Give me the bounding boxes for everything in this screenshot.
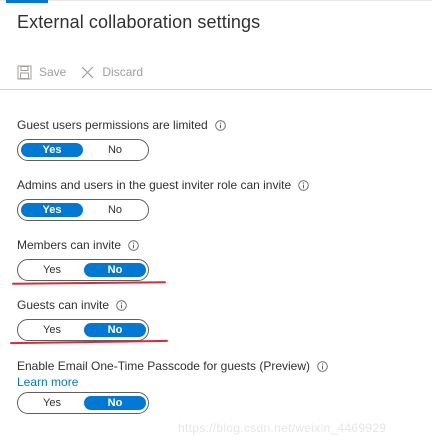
setting-guests-can-invite: Guests can invite Yes No (17, 297, 149, 341)
yes-no-toggle[interactable]: Yes No (17, 139, 149, 161)
page-title: External collaboration settings (17, 12, 261, 32)
yes-no-toggle[interactable]: Yes No (17, 259, 149, 281)
setting-label: Guest users permissions are limited (17, 117, 226, 133)
setting-admins-guest-inviter-can-invite: Admins and users in the guest inviter ro… (17, 177, 309, 221)
setting-label-text: Admins and users in the guest inviter ro… (17, 178, 292, 192)
no-option[interactable]: No (84, 143, 146, 157)
setting-guest-permissions-limited: Guest users permissions are limited Yes … (17, 117, 226, 161)
setting-label: Members can invite (17, 237, 149, 253)
no-option[interactable]: No (84, 203, 146, 217)
command-bar: Save Discard (17, 62, 157, 82)
discard-label: Discard (102, 65, 144, 79)
setting-email-one-time-passcode: Enable Email One-Time Passcode for guest… (17, 358, 328, 414)
setting-label-text: Enable Email One-Time Passcode for guest… (17, 359, 311, 373)
setting-label: Admins and users in the guest inviter ro… (17, 177, 309, 193)
no-option[interactable]: No (84, 263, 146, 277)
yes-option[interactable]: Yes (21, 143, 83, 157)
info-icon[interactable] (317, 360, 328, 372)
yes-option[interactable]: Yes (21, 263, 83, 277)
yes-no-toggle[interactable]: Yes No (17, 199, 149, 221)
save-label: Save (39, 65, 67, 79)
setting-label: Guests can invite (17, 297, 149, 313)
no-option[interactable]: No (84, 396, 146, 410)
info-icon[interactable] (298, 179, 309, 191)
info-icon[interactable] (214, 119, 226, 131)
setting-label: Enable Email One-Time Passcode for guest… (17, 358, 328, 374)
close-icon (81, 66, 94, 78)
yes-option[interactable]: Yes (21, 396, 83, 410)
save-icon (17, 65, 32, 79)
setting-label-text: Members can invite (17, 238, 122, 252)
setting-label-text: Guest users permissions are limited (17, 118, 208, 132)
no-option[interactable]: No (84, 323, 146, 337)
learn-more-link[interactable]: Learn more (17, 375, 328, 389)
setting-members-can-invite: Members can invite Yes No (17, 237, 149, 281)
yes-option[interactable]: Yes (21, 323, 83, 337)
yes-no-toggle[interactable]: Yes No (17, 319, 149, 341)
info-icon[interactable] (116, 299, 127, 311)
active-tab-indicator (6, 0, 48, 3)
top-border (0, 0, 432, 1)
yes-option[interactable]: Yes (21, 203, 83, 217)
toolbar-divider (0, 89, 432, 90)
save-button[interactable]: Save (17, 65, 66, 80)
info-icon[interactable] (128, 239, 139, 251)
watermark: https://blog.csdn.net/weixin_4469929 (178, 421, 387, 435)
yes-no-toggle[interactable]: Yes No (17, 392, 149, 414)
annotation-underline (11, 281, 167, 285)
discard-button[interactable]: Discard (80, 65, 143, 80)
setting-label-text: Guests can invite (17, 298, 110, 312)
